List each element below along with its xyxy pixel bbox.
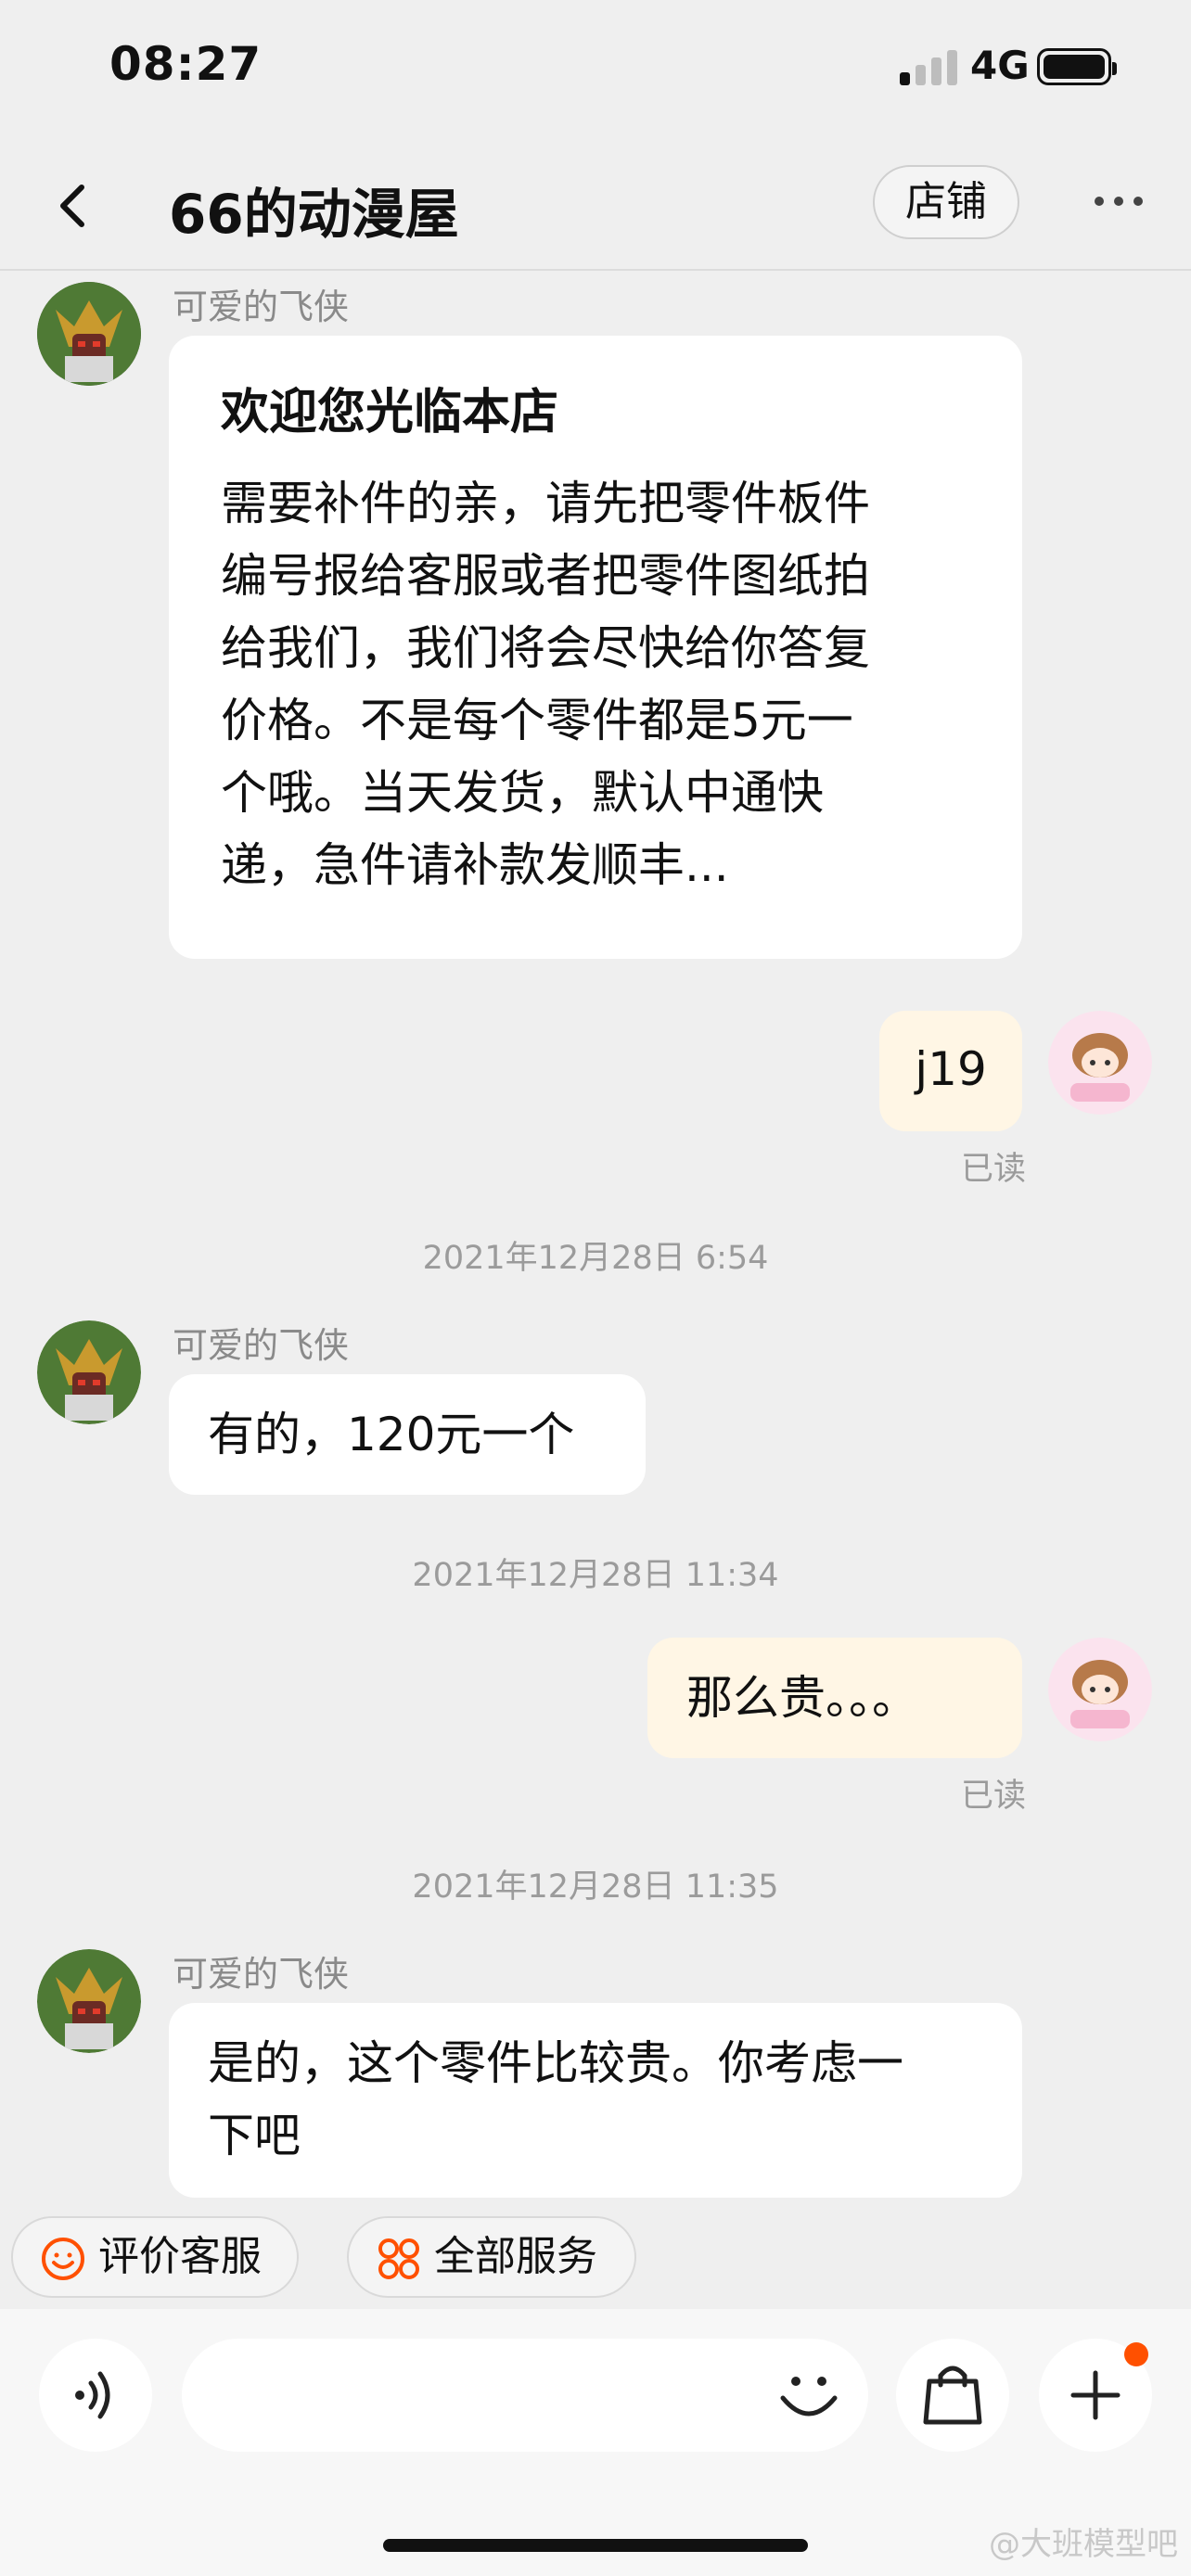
message-text: 有的，120元一个: [208, 1408, 575, 1461]
battery-icon: [1037, 48, 1117, 85]
message-input[interactable]: [182, 2339, 868, 2452]
shop-avatar[interactable]: [37, 1949, 141, 2053]
store-button[interactable]: 店铺: [873, 165, 1019, 239]
message-line: 编号报给客服或者把零件图纸拍: [221, 549, 870, 603]
services-grid-icon: [378, 2238, 419, 2279]
watermark: @大班模型吧: [989, 2526, 1178, 2563]
my-avatar[interactable]: [1048, 1638, 1152, 1741]
sender-name: 可爱的飞侠: [173, 1954, 350, 1995]
chat-screen: 08:27 4G 66的动漫屋 店铺 可爱的飞侠 欢迎您光临本店 需要补件的亲，…: [0, 0, 1191, 2576]
read-status: 已读: [961, 1151, 1027, 1188]
back-arrow-icon[interactable]: [46, 178, 102, 234]
emoji-icon[interactable]: [775, 2363, 842, 2429]
shop-title: 66的动漫屋: [169, 183, 459, 246]
welcome-message-bubble[interactable]: 欢迎您光临本店 需要补件的亲，请先把零件板件 编号报给客服或者把零件图纸拍 给我…: [169, 336, 1022, 959]
signal-strength-icon: [900, 48, 957, 85]
network-type: 4G: [970, 43, 1030, 88]
all-services-button[interactable]: 全部服务: [347, 2216, 636, 2298]
message-list[interactable]: 可爱的飞侠 欢迎您光临本店 需要补件的亲，请先把零件板件 编号报给客服或者把零件…: [0, 271, 1191, 2200]
sender-name: 可爱的飞侠: [173, 287, 350, 327]
read-status: 已读: [961, 1778, 1027, 1815]
message-timestamp: 2021年12月28日 6:54: [422, 1240, 769, 1277]
chip-label: 全部服务: [434, 2233, 597, 2280]
voice-button[interactable]: [39, 2339, 152, 2452]
shop-message-bubble[interactable]: 是的，这个零件比较贵。你考虑一 下吧: [169, 2003, 1022, 2198]
message-line: 是的，这个零件比较贵。你考虑一: [208, 2036, 903, 2090]
message-line: 下吧: [208, 2109, 301, 2162]
message-line: 需要补件的亲，请先把零件板件: [221, 477, 870, 530]
message-line: 给我们，我们将会尽快给你答复: [221, 621, 870, 675]
nav-bar: 66的动漫屋 店铺: [0, 139, 1191, 271]
product-button[interactable]: [896, 2339, 1009, 2452]
notification-dot: [1124, 2342, 1148, 2366]
more-options-icon[interactable]: [1091, 197, 1146, 210]
my-message-bubble[interactable]: j19: [879, 1011, 1022, 1131]
chip-label: 评价客服: [98, 2233, 262, 2280]
message-line: 个哦。当天发货，默认中通快: [221, 766, 824, 820]
shop-avatar[interactable]: [37, 282, 141, 386]
shop-avatar[interactable]: [37, 1320, 141, 1424]
my-avatar[interactable]: [1048, 1011, 1152, 1115]
my-message-bubble[interactable]: 那么贵。。。: [647, 1638, 1022, 1758]
sender-name: 可爱的飞侠: [173, 1325, 350, 1366]
rate-service-button[interactable]: 评价客服: [11, 2216, 299, 2298]
message-text: 那么贵。。。: [686, 1671, 918, 1725]
message-timestamp: 2021年12月28日 11:34: [412, 1557, 779, 1594]
status-time: 08:27: [109, 37, 263, 91]
voice-wave-icon: [75, 2371, 110, 2419]
message-text: j19: [915, 1042, 987, 1096]
message-timestamp: 2021年12月28日 11:35: [412, 1868, 779, 1906]
message-line: 价格。不是每个零件都是5元一: [221, 694, 853, 747]
status-bar: 08:27 4G: [0, 0, 1191, 139]
welcome-title: 欢迎您光临本店: [221, 385, 559, 440]
smile-face-icon: [42, 2238, 84, 2280]
shopping-bag-icon: [923, 2366, 982, 2425]
shop-message-bubble[interactable]: 有的，120元一个: [169, 1374, 646, 1495]
message-line: 递，急件请补款发顺丰...: [221, 838, 729, 892]
home-indicator[interactable]: [383, 2539, 808, 2552]
